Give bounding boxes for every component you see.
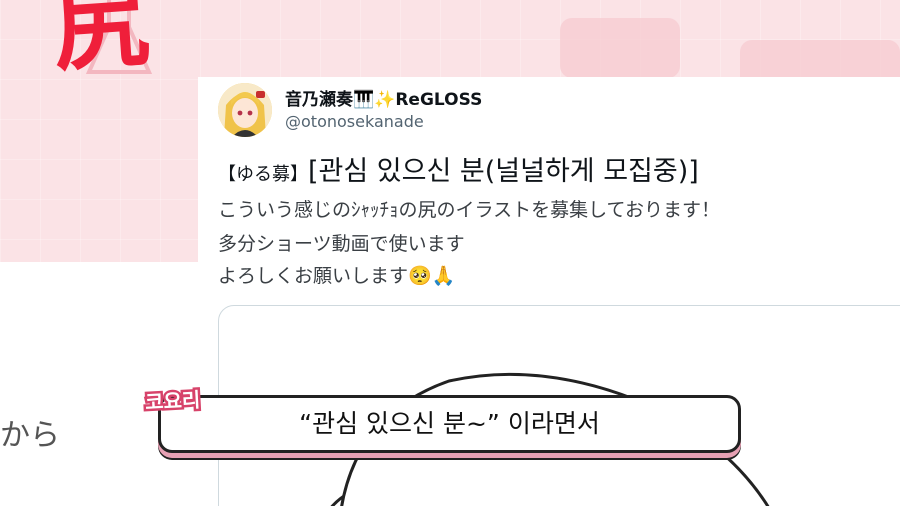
banner-character: 尻 <box>48 0 149 86</box>
tweet-text-line: 多分ショーツ動画で使います <box>218 233 465 255</box>
subtitle-text: “관심 있으신 분~” 이라면서 <box>299 409 600 438</box>
tweet-text-line: よろしくお願いします🥺🙏 <box>218 265 456 287</box>
left-panel <box>0 262 200 506</box>
speaker-tag: 코요리 <box>142 385 203 417</box>
avatar[interactable] <box>218 83 272 137</box>
subtitle-box: “관심 있으신 분~” 이라면서 <box>158 395 741 453</box>
tweet-title-tag: 【ゆる募】 <box>218 164 308 185</box>
user-handle[interactable]: @otonosekanade <box>285 112 424 131</box>
tweet-title-main: [관심 있으신 분(널널하게 모집중)] <box>308 156 699 187</box>
decor-shape <box>560 18 680 78</box>
tweet-text-line: こういう感じのｼｬｯﾁｮの尻のイラストを募集しております！ <box>218 199 720 221</box>
display-name[interactable]: 音乃瀬奏🎹✨ReGLOSS <box>285 85 482 110</box>
tweet-title: 【ゆる募】[관심 있으신 분(널널하게 모집중)] <box>218 149 699 188</box>
partial-side-text: から <box>0 418 60 453</box>
